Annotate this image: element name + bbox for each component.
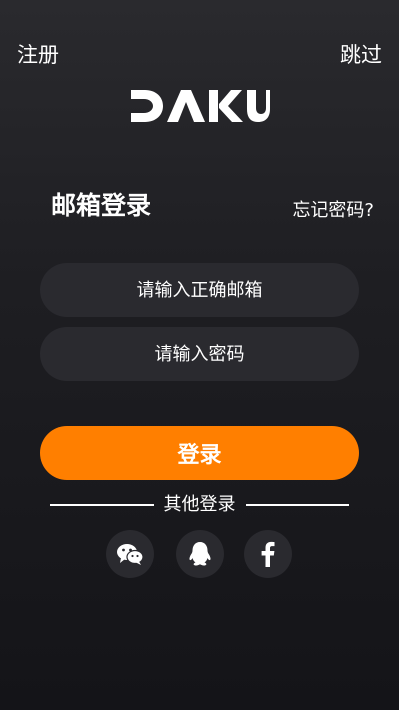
other-login-divider: 其他登录 [50, 492, 349, 518]
qq-icon [189, 542, 211, 566]
other-login-label: 其他登录 [163, 494, 236, 515]
wechat-icon [117, 544, 144, 565]
email-input[interactable] [40, 263, 359, 317]
wechat-login-button[interactable] [106, 530, 154, 578]
skip-link[interactable]: 跳过 [340, 40, 382, 70]
divider-line-left [50, 504, 154, 506]
login-button[interactable]: 登录 [40, 426, 359, 480]
email-field-container [40, 263, 359, 317]
password-field-container [40, 327, 359, 381]
password-input[interactable] [40, 327, 359, 381]
facebook-icon [261, 541, 275, 567]
facebook-login-button[interactable] [244, 530, 292, 578]
register-link[interactable]: 注册 [17, 40, 59, 70]
daku-logo [131, 90, 270, 122]
divider-line-right [245, 504, 349, 506]
forgot-password-link[interactable]: 忘记密码? [292, 197, 374, 225]
login-title: 邮箱登录 [51, 191, 152, 220]
top-bar: 注册 跳过 [0, 0, 399, 100]
qq-login-button[interactable] [176, 530, 224, 578]
